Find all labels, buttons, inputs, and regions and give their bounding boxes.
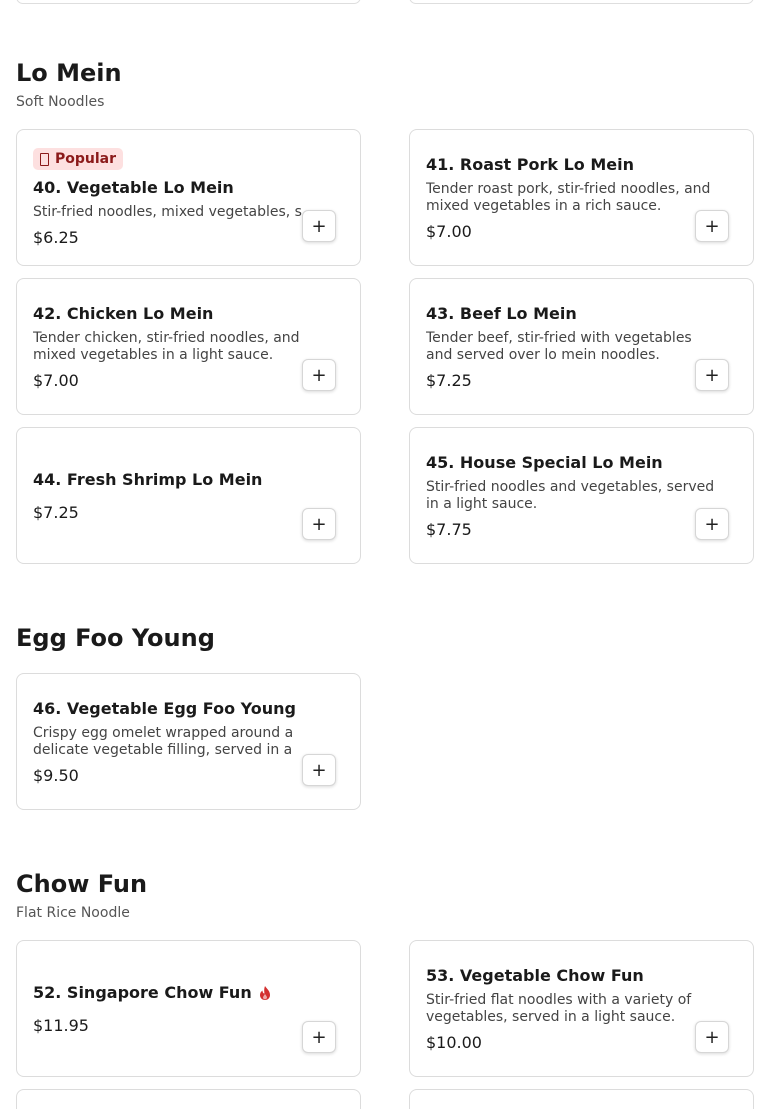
item-name: 42. Chicken Lo Mein	[33, 303, 214, 323]
menu-item-card[interactable]: 53. Vegetable Chow Fun Stir-fried flat n…	[409, 940, 754, 1077]
add-to-cart-button[interactable]: +	[302, 210, 336, 242]
add-to-cart-button[interactable]: +	[695, 210, 729, 242]
item-price: $11.95	[33, 1015, 89, 1035]
menu-item-card[interactable]: 41. Roast Pork Lo Mein Tender roast pork…	[409, 129, 754, 266]
item-price: $10.00	[426, 1032, 482, 1052]
add-to-cart-button[interactable]: +	[695, 1021, 729, 1053]
menu-item-card[interactable]: 52. Singapore Chow Fun $11.95 +	[16, 940, 361, 1077]
item-price: $6.25	[33, 228, 79, 247]
menu-item-card[interactable]: 46. Vegetable Egg Foo Young Crispy egg o…	[16, 673, 361, 810]
section-subtitle: Soft Noodles	[16, 94, 105, 110]
section-title: Lo Mein	[16, 59, 122, 87]
add-to-cart-button[interactable]: +	[302, 754, 336, 786]
add-to-cart-button[interactable]: +	[695, 359, 729, 391]
item-price: $7.75	[426, 519, 472, 539]
section-title: Chow Fun	[16, 870, 148, 898]
previous-card-bottom	[16, 0, 361, 4]
next-card-top	[16, 1089, 361, 1109]
section-title: Egg Foo Young	[16, 624, 215, 652]
add-to-cart-button[interactable]: +	[695, 508, 729, 540]
item-price: $7.25	[426, 370, 472, 390]
item-description: Stir-fried flat noodles with a variety o…	[426, 991, 692, 1025]
item-name-row: 52. Singapore Chow Fun	[33, 983, 344, 1003]
item-price: $9.50	[33, 765, 79, 785]
item-description: Tender beef, stir-fried with vegetables …	[426, 329, 692, 363]
item-price: $7.25	[33, 502, 79, 522]
add-to-cart-button[interactable]: +	[302, 508, 336, 540]
item-name: 53. Vegetable Chow Fun	[426, 965, 644, 985]
item-description: Crispy egg omelet wrapped around a delic…	[33, 724, 294, 758]
add-to-cart-button[interactable]: +	[302, 359, 336, 391]
add-to-cart-button[interactable]: +	[302, 1021, 336, 1053]
item-description: Stir-fried noodles and vegetables, serve…	[426, 478, 715, 512]
item-name: 46. Vegetable Egg Foo Young	[33, 698, 296, 718]
item-name: 44. Fresh Shrimp Lo Mein	[33, 469, 263, 489]
menu-item-card[interactable]: 43. Beef Lo Mein Tender beef, stir-fried…	[409, 278, 754, 415]
next-card-top	[409, 1089, 754, 1109]
item-price: $7.00	[426, 221, 472, 241]
section-egg-foo-young: Egg Foo Young	[16, 623, 754, 653]
section-subtitle: Flat Rice Noodle	[16, 905, 130, 921]
badge-label: Popular	[55, 151, 117, 167]
item-description: Stir-fried noodles, mixed vegetables, s.…	[33, 204, 316, 220]
item-name: 43. Beef Lo Mein	[426, 303, 577, 323]
item-name: 41. Roast Pork Lo Mein	[426, 154, 634, 174]
previous-card-bottom	[409, 0, 754, 4]
item-name: 45. House Special Lo Mein	[426, 452, 663, 472]
menu-item-card[interactable]: Popular 40. Vegetable Lo Mein Stir-fried…	[16, 129, 361, 266]
menu-item-card[interactable]: 44. Fresh Shrimp Lo Mein $7.25 +	[16, 427, 361, 564]
popular-icon	[40, 152, 49, 166]
popular-badge: Popular	[33, 148, 124, 170]
menu-item-card[interactable]: 42. Chicken Lo Mein Tender chicken, stir…	[16, 278, 361, 415]
item-price: $7.00	[33, 370, 79, 390]
item-name: 40. Vegetable Lo Mein	[33, 178, 234, 197]
menu-item-card[interactable]: 45. House Special Lo Mein Stir-fried noo…	[409, 427, 754, 564]
item-name: 52. Singapore Chow Fun	[33, 982, 252, 1002]
item-description: Tender chicken, stir-fried noodles, and …	[33, 329, 300, 363]
section-lo-mein: Lo Mein Soft Noodles	[16, 58, 754, 110]
section-chow-fun: Chow Fun Flat Rice Noodle	[16, 869, 754, 921]
item-description: Tender roast pork, stir-fried noodles, a…	[426, 180, 711, 214]
flame-icon	[258, 985, 272, 1001]
